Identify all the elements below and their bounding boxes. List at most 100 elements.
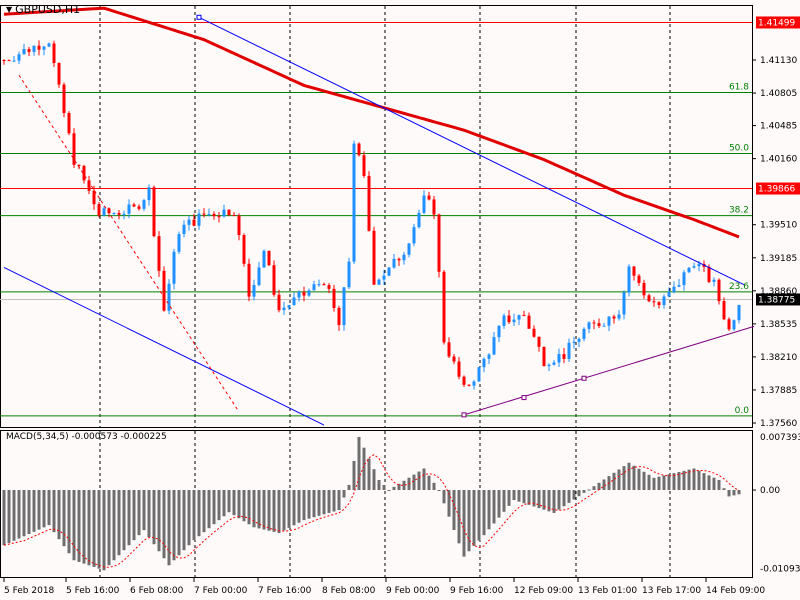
- time-tick-label: 14 Feb 09:00: [706, 586, 765, 596]
- candle-body: [92, 190, 96, 205]
- candle-body: [682, 272, 686, 286]
- macd-histogram-bar: [222, 490, 226, 517]
- candle-body: [522, 315, 526, 317]
- macd-histogram-bar: [622, 466, 626, 490]
- macd-histogram-bar: [697, 470, 701, 490]
- fib-level-label: 61.8: [729, 83, 749, 93]
- candle-body: [377, 279, 381, 285]
- candle-body: [227, 209, 231, 216]
- candle-body: [557, 354, 561, 363]
- macd-histogram-bar: [72, 490, 76, 561]
- macd-histogram-bar: [632, 465, 636, 490]
- candle-body: [667, 292, 671, 297]
- macd-histogram-bar: [217, 490, 221, 521]
- macd-histogram-bar: [372, 469, 376, 490]
- macd-histogram-bar: [57, 490, 61, 540]
- candle-body: [27, 49, 31, 52]
- macd-histogram-bar: [302, 490, 306, 521]
- macd-histogram-bar: [182, 490, 186, 551]
- macd-histogram-bar: [382, 484, 386, 490]
- macd-histogram-bar: [152, 490, 156, 545]
- candle-body: [657, 302, 661, 306]
- macd-histogram-bar: [267, 490, 271, 531]
- macd-histogram-bar: [97, 490, 101, 569]
- macd-histogram-bar: [512, 490, 516, 501]
- candle-body: [12, 60, 16, 62]
- price-chart[interactable]: 1.41130 1.40805 1.40485 1.40160 1.39510 1.391…: [0, 0, 800, 600]
- candle-body: [152, 187, 156, 237]
- candle-body: [472, 381, 476, 386]
- candle-body: [722, 301, 726, 320]
- macd-histogram-bar: [592, 486, 596, 490]
- macd-histogram-bar: [127, 490, 131, 546]
- candle-body: [47, 43, 51, 47]
- candle-body: [202, 213, 206, 215]
- candle-body: [527, 315, 531, 329]
- candle-body: [117, 212, 121, 215]
- macd-histogram-bar: [432, 482, 436, 490]
- macd-histogram-bar: [167, 490, 171, 566]
- macd-histogram-bar: [562, 490, 566, 507]
- macd-histogram-bar: [87, 490, 91, 566]
- macd-histogram-bar: [122, 490, 126, 551]
- macd-histogram-bar: [627, 462, 631, 490]
- macd-histogram-bar: [287, 490, 291, 528]
- macd-histogram-bar: [282, 490, 286, 531]
- macd-histogram-bar: [707, 475, 711, 490]
- triangle-down-icon[interactable]: ▼: [6, 5, 12, 14]
- macd-histogram-bar: [292, 490, 296, 526]
- candle-body: [642, 282, 646, 296]
- candle-body: [327, 285, 331, 289]
- candle-body: [317, 284, 321, 286]
- candle-body: [517, 315, 521, 320]
- candle-body: [687, 267, 691, 273]
- candle-body: [42, 46, 46, 50]
- candle-body: [452, 356, 456, 362]
- macd-histogram-bar: [37, 490, 41, 530]
- macd-histogram-bar: [42, 490, 46, 528]
- macd-histogram-bar: [587, 489, 591, 491]
- candle-body: [387, 267, 391, 276]
- macd-histogram-bar: [12, 490, 16, 541]
- macd-histogram-bar: [417, 471, 421, 490]
- macd-histogram-bar: [502, 490, 506, 512]
- candle-body: [382, 275, 386, 280]
- macd-histogram-bar: [522, 490, 526, 504]
- candle-body: [447, 342, 451, 357]
- macd-histogram-bar: [332, 490, 336, 512]
- macd-histogram-bar: [252, 490, 256, 528]
- candle-body: [552, 362, 556, 365]
- candle-body: [647, 295, 651, 302]
- upper-trendline: [198, 16, 745, 286]
- candle-body: [442, 271, 446, 343]
- time-tick-label: 5 Feb 16:00: [66, 586, 120, 596]
- candle-body: [617, 314, 621, 319]
- candle-body: [37, 45, 41, 50]
- candle-body: [287, 305, 291, 308]
- macd-histogram-bar: [272, 490, 276, 532]
- candle-body: [492, 337, 496, 355]
- macd-histogram-bar: [557, 490, 561, 510]
- candle-body: [22, 49, 26, 55]
- candle-body: [547, 364, 551, 367]
- macd-histogram-bar: [162, 490, 166, 559]
- macd-histogram-bar: [137, 490, 141, 536]
- macd-histogram-bar: [92, 490, 96, 567]
- time-tick-label: 5 Feb 2018: [4, 586, 55, 596]
- macd-histogram-bar: [27, 490, 31, 535]
- candle-body: [427, 195, 431, 200]
- macd-histogram-bar: [347, 484, 351, 490]
- macd-histogram-bar: [487, 490, 491, 530]
- macd-histogram-bar: [112, 490, 116, 561]
- chart-window[interactable]: 1.41130 1.40805 1.40485 1.40160 1.39510 1.391…: [0, 0, 800, 600]
- candle-body: [727, 319, 731, 330]
- time-tick-label: 9 Feb 00:00: [386, 586, 440, 596]
- candle-body: [477, 367, 481, 382]
- macd-histogram-bar: [277, 490, 281, 534]
- macd-histogram-bar: [582, 490, 586, 493]
- fib-level-label: 50.0: [729, 144, 749, 154]
- macd-histogram-bar: [637, 468, 641, 490]
- candle-body: [402, 254, 406, 261]
- macd-histogram-bar: [172, 490, 176, 561]
- price-tick-label: 1.37885: [760, 386, 797, 396]
